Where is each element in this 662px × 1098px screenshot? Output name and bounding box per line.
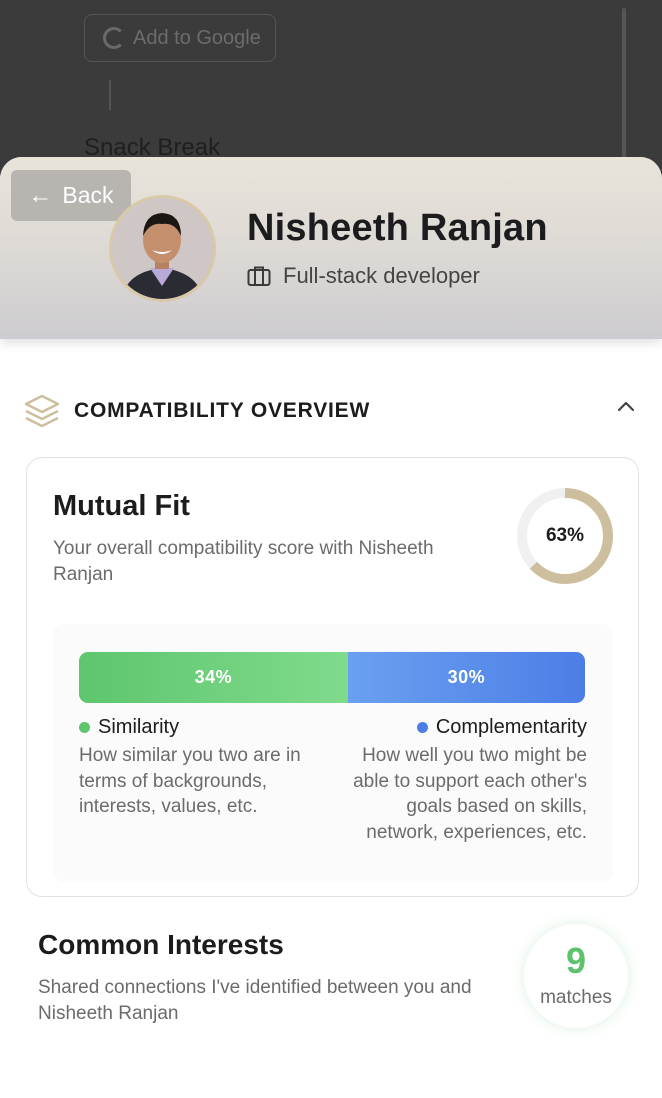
complementarity-legend: Complementarity How well you two might b…	[337, 716, 587, 845]
profile-role: Full-stack developer	[247, 263, 480, 289]
add-to-google-button: Add to Google	[84, 14, 276, 62]
complementarity-description: How well you two might be able to suppor…	[353, 745, 587, 843]
common-interests-title: Common Interests	[38, 929, 284, 960]
common-interests-subtitle: Shared connections I've identified betwe…	[38, 977, 472, 1024]
matches-badge[interactable]: 9 matches	[524, 924, 628, 1028]
profile-sheet: ← Back Nisheeth Ranjan Full-stack develo…	[0, 157, 662, 1098]
complementarity-dot	[416, 722, 428, 733]
timeline-line	[109, 80, 111, 110]
breakdown-panel: 34% 30% Similarity How similar you two a…	[53, 624, 613, 882]
chevron-up-icon[interactable]	[616, 399, 636, 413]
compatibility-section-header[interactable]: COMPATIBILITY OVERVIEW	[24, 393, 640, 429]
matches-count: 9	[565, 940, 587, 981]
google-icon	[103, 27, 125, 49]
similarity-legend: Similarity How similar you two are in te…	[79, 716, 329, 820]
section-title: COMPATIBILITY OVERVIEW	[74, 399, 371, 422]
complementarity-title: Complementarity	[435, 716, 587, 738]
breakdown-bar: 34% 30%	[79, 652, 585, 703]
arrow-left-icon: ←	[28, 181, 53, 209]
similarity-dot	[79, 722, 90, 733]
avatar-photo	[112, 198, 213, 299]
layers-icon	[24, 394, 60, 428]
profile-role-label: Full-stack developer	[283, 263, 480, 288]
similarity-title: Similarity	[98, 716, 180, 738]
card-subtitle: Your overall compatibility score with Ni…	[53, 538, 434, 585]
profile-name: Nisheeth Ranjan	[247, 207, 548, 249]
matches-label: matches	[540, 987, 612, 1008]
similarity-bar: 34%	[79, 652, 348, 703]
add-to-google-label: Add to Google	[133, 26, 261, 49]
back-label: Back	[62, 182, 114, 208]
profile-header: ← Back Nisheeth Ranjan Full-stack develo…	[0, 157, 662, 339]
card-title: Mutual Fit	[53, 490, 190, 522]
score-label: 63%	[545, 525, 585, 546]
back-button[interactable]: ← Back	[11, 170, 131, 221]
similarity-description: How similar you two are in terms of back…	[79, 745, 301, 817]
background-scrollbar	[622, 8, 626, 168]
mutual-fit-card: Mutual Fit Your overall compatibility sc…	[26, 457, 639, 897]
briefcase-icon	[247, 266, 271, 286]
complementarity-bar: 30%	[347, 652, 585, 703]
avatar	[109, 195, 216, 302]
